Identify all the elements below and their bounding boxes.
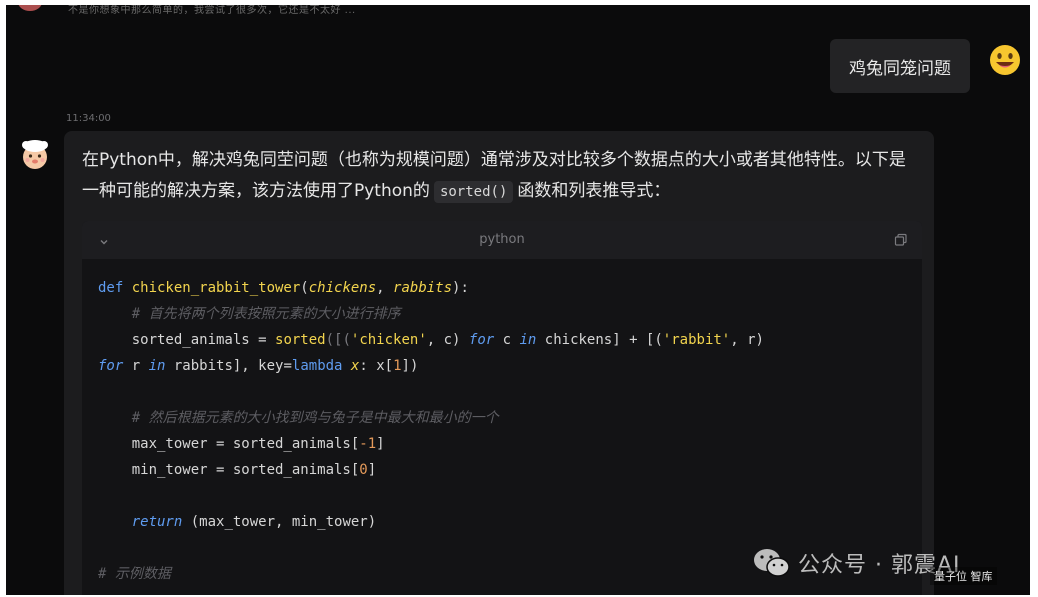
- code-token: rabbits: [393, 280, 453, 296]
- code-token: ([(: [325, 332, 351, 348]
- code-token: for: [98, 358, 124, 374]
- code-token: # 然后根据元素的大小找到鸡与兔子是中最大和最小的一个: [98, 410, 499, 426]
- code-token: ):: [452, 280, 469, 296]
- code-token: (: [300, 280, 309, 296]
- code-line: # 然后根据元素的大小找到鸡与兔子是中最大和最小的一个: [98, 405, 906, 431]
- code-token: (max_tower, min_tower): [182, 514, 377, 530]
- code-block: python def chicken_rabbit_tower(chickens…: [82, 221, 922, 595]
- code-token: =: [283, 358, 292, 374]
- inline-code: sorted(): [433, 181, 514, 203]
- code-token: c: [494, 332, 520, 348]
- code-token: key: [258, 358, 284, 374]
- code-token: min_tower = sorted_animals[: [98, 462, 360, 478]
- code-line: return (max_tower, min_tower): [98, 509, 906, 535]
- code-token: in: [148, 358, 166, 374]
- code-token: 'chicken': [350, 332, 427, 348]
- grinning-face-icon[interactable]: [988, 43, 1022, 77]
- code-token: : x[: [359, 358, 394, 374]
- user-message-bubble: 鸡兔同笼问题: [830, 39, 970, 93]
- code-token: ]: [376, 436, 385, 452]
- code-token: for: [468, 332, 495, 348]
- user-message-text: 鸡兔同笼问题: [849, 58, 951, 79]
- chef-bot-icon[interactable]: [18, 137, 52, 171]
- code-token: in: [519, 332, 537, 348]
- code-token: 1: [393, 358, 402, 374]
- code-token: # 首先将两个列表按照元素的大小进行排序: [98, 306, 401, 322]
- message-timestamp: 11:34:00: [66, 113, 111, 124]
- code-token: -1: [359, 436, 377, 452]
- code-token: rabbits],: [165, 358, 259, 374]
- code-line: # 首先将两个列表按照元素的大小进行排序: [98, 301, 906, 327]
- code-token: , r): [730, 332, 764, 348]
- watermark-subtext: 量子位 智库: [930, 567, 997, 585]
- chat-window: 不是你想象中那么简单的，我尝试了很多次，它还是不太好 ... 鸡兔同笼问题 11…: [6, 5, 1030, 595]
- code-token: chickens] + [(: [536, 332, 663, 348]
- code-token: ,: [376, 280, 394, 296]
- wechat-icon: [754, 549, 790, 577]
- code-line: for r in rabbits], key=lambda x: x[1]): [98, 353, 906, 379]
- code-token: ]): [401, 358, 419, 374]
- code-token: , c): [426, 332, 469, 348]
- code-token: r: [123, 358, 149, 374]
- assistant-message-text: 在Python中，解决鸡兔同茔问题（也称为规模问题）通常涉及对比较多个数据点的大…: [82, 145, 922, 207]
- code-token: lambda: [291, 358, 343, 374]
- code-token: 'rabbit': [662, 332, 731, 348]
- assistant-text-after: 函数和列表推导式：: [517, 181, 671, 201]
- previous-message-text: 不是你想象中那么简单的，我尝试了很多次，它还是不太好 ...: [68, 5, 356, 16]
- code-line: sorted_animals = sorted([('chicken', c) …: [98, 327, 906, 353]
- code-token: 0: [359, 462, 368, 478]
- code-token: sorted_animals =: [98, 332, 276, 348]
- code-token: # 示例数据: [98, 566, 171, 582]
- code-line: def chicken_rabbit_tower(chickens, rabbi…: [98, 275, 906, 301]
- code-token: def: [98, 280, 132, 296]
- code-content: def chicken_rabbit_tower(chickens, rabbi…: [98, 275, 906, 587]
- code-block-header: python: [82, 221, 922, 259]
- code-token: return: [131, 514, 183, 530]
- code-token: chickens: [308, 280, 377, 296]
- code-token: max_tower = sorted_animals[: [98, 436, 360, 452]
- code-language-label: python: [479, 232, 525, 247]
- code-token: ]: [367, 462, 377, 478]
- code-token: sorted: [275, 332, 326, 348]
- code-line: max_tower = sorted_animals[-1]: [98, 431, 906, 457]
- code-line: min_tower = sorted_animals[0]: [98, 457, 906, 483]
- code-token: chicken_rabbit_tower: [131, 280, 301, 296]
- copy-icon[interactable]: [894, 232, 908, 246]
